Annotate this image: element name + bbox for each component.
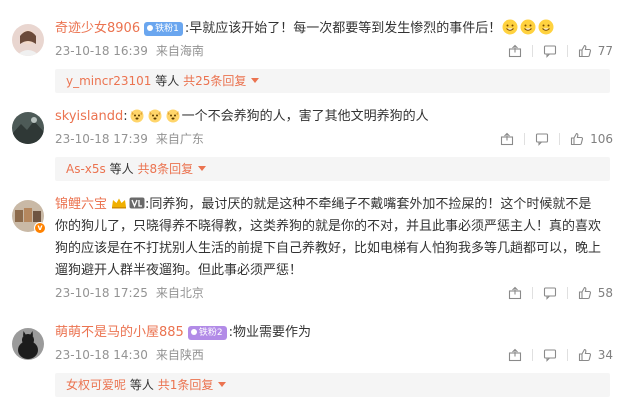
comment-actions: 34 <box>508 344 613 366</box>
reply-count-link[interactable]: 共25条回复 <box>183 74 246 88</box>
comment-meta: 23-10-18 14:30 来自陕西 34 <box>55 344 613 366</box>
reply-label: 等人 <box>155 74 180 88</box>
comment-meta: 23-10-18 17:39 来自广东 106 <box>55 128 613 150</box>
comment-text-line: skyislandd: 一个不会养狗的人，害了其他文明养狗的人 <box>55 109 429 124</box>
verified-icon: v <box>34 222 46 234</box>
chevron-down-icon[interactable] <box>198 166 207 171</box>
reply-username[interactable]: As-x5s <box>66 162 106 176</box>
comment-text: 狗的应该是在不打扰别人生活的前提下自己养教好，比如电梯有人怕狗我多等几趟都可以，… <box>55 241 602 256</box>
comment-text: 同养狗，最讨厌的就是这种不牵绳子不戴嘴套外加不捡屎的！这个时候就不是 <box>149 197 592 212</box>
divider <box>559 133 561 145</box>
reply-summary[interactable]: 女权可爱呢 等人 共1条回复 <box>55 373 610 397</box>
comment-icon[interactable] <box>543 286 557 300</box>
comment-icon[interactable] <box>543 44 557 58</box>
timestamp: 23-10-18 17:25 <box>55 286 148 300</box>
reply-summary[interactable]: As-x5s 等人 共8条回复 <box>55 157 610 181</box>
comment-text-line: 遛狗避开人群半夜遛狗。但此事必须严惩！ <box>55 260 613 282</box>
comment-meta: 23-10-18 16:39 来自海南 77 <box>55 40 613 62</box>
comment-text: 早就应该开始了！每一次都要等到发生惨烈的事件后！ <box>189 21 502 36</box>
divider <box>566 45 568 57</box>
like-count: 106 <box>590 132 613 146</box>
reply-summary[interactable]: y_mincr23101 等人 共25条回复 <box>55 69 610 93</box>
emoji-icon <box>520 19 536 35</box>
like-count: 34 <box>597 348 613 362</box>
chevron-down-icon[interactable] <box>251 78 260 83</box>
divider <box>566 349 568 361</box>
like-icon[interactable] <box>578 286 592 300</box>
comment-text-line: 狗的应该是在不打扰别人生活的前提下自己养教好，比如电梯有人怕狗我多等几趟都可以，… <box>55 238 613 260</box>
like-count: 58 <box>597 286 613 300</box>
divider <box>524 133 526 145</box>
chevron-down-icon[interactable] <box>218 382 227 387</box>
comment-text: 你的狗儿了，只晓得养不晓得教，这类养狗的就是你的不对，并且此事必须严惩主人！真的… <box>55 219 602 234</box>
share-icon[interactable] <box>508 286 522 300</box>
comment-text: 物业需要作为 <box>232 325 311 340</box>
like-count: 77 <box>597 44 613 58</box>
emoji-icon <box>148 109 162 123</box>
emoji-icon <box>166 109 180 123</box>
comment-text-line: 锦鲤六宝:同养狗，最讨厌的就是这种不牵绳子不戴嘴套外加不捡屎的！这个时候就不是 <box>55 197 592 212</box>
reply-username[interactable]: 女权可爱呢 <box>66 378 126 392</box>
location: 来自陕西 <box>155 348 204 362</box>
level-badge-icon[interactable] <box>129 197 145 209</box>
fan-badge[interactable]: 铁粉1 <box>144 22 183 36</box>
reply-count-link[interactable]: 共8条回复 <box>137 162 193 176</box>
divider <box>566 287 568 299</box>
comment-text: 遛狗避开人群半夜遛狗。但此事必须严惩！ <box>55 263 303 278</box>
comment-actions: 106 <box>500 128 613 150</box>
comment-text-line: 奇迹少女8906 铁粉1:早就应该开始了！每一次都要等到发生惨烈的事件后！ <box>55 18 613 40</box>
comment-text-line: 你的狗儿了，只晓得养不晓得教，这类养狗的就是你的不对，并且此事必须严惩主人！真的… <box>55 216 613 238</box>
divider <box>531 349 533 361</box>
location: 来自海南 <box>155 44 204 58</box>
reply-label: 等人 <box>129 378 154 392</box>
like-icon[interactable] <box>578 348 592 362</box>
avatar[interactable]: v <box>12 200 46 234</box>
share-icon[interactable] <box>508 348 522 362</box>
timestamp: 23-10-18 14:30 <box>55 348 148 362</box>
comment-icon[interactable] <box>535 132 549 146</box>
avatar[interactable] <box>12 328 44 360</box>
avatar[interactable] <box>12 112 44 144</box>
emoji-icon <box>538 19 554 35</box>
emoji-icon <box>502 19 518 35</box>
like-icon[interactable] <box>570 132 584 146</box>
reply-username[interactable]: y_mincr23101 <box>66 74 151 88</box>
username[interactable]: 锦鲤六宝 <box>55 197 107 212</box>
comment-text: 一个不会养狗的人，害了其他文明养狗的人 <box>181 109 429 124</box>
emoji-icon <box>130 109 144 123</box>
timestamp: 23-10-18 17:39 <box>55 132 148 146</box>
location: 来自北京 <box>155 286 204 300</box>
comment-actions: 77 <box>508 40 613 62</box>
avatar[interactable] <box>12 24 44 56</box>
divider <box>531 287 533 299</box>
comment-actions: 58 <box>508 282 613 304</box>
username[interactable]: skyislandd <box>55 109 123 124</box>
comment-text-line: 萌萌不是马的小屋885 铁粉2:物业需要作为 <box>55 325 311 340</box>
heart-icon <box>190 329 197 335</box>
like-icon[interactable] <box>578 44 592 58</box>
timestamp: 23-10-18 16:39 <box>55 44 148 58</box>
share-icon[interactable] <box>500 132 514 146</box>
vip-crown-icon[interactable] <box>111 197 127 209</box>
username[interactable]: 奇迹少女8906 <box>55 21 140 36</box>
comment-icon[interactable] <box>543 348 557 362</box>
comment-meta: 23-10-18 17:25 来自北京 58 <box>55 282 613 304</box>
divider <box>531 45 533 57</box>
heart-icon <box>147 25 154 31</box>
reply-count-link[interactable]: 共1条回复 <box>158 378 214 392</box>
fan-badge[interactable]: 铁粉2 <box>187 326 227 340</box>
reply-label: 等人 <box>109 162 134 176</box>
location: 来自广东 <box>155 132 204 146</box>
share-icon[interactable] <box>508 44 522 58</box>
username[interactable]: 萌萌不是马的小屋885 <box>55 325 184 340</box>
